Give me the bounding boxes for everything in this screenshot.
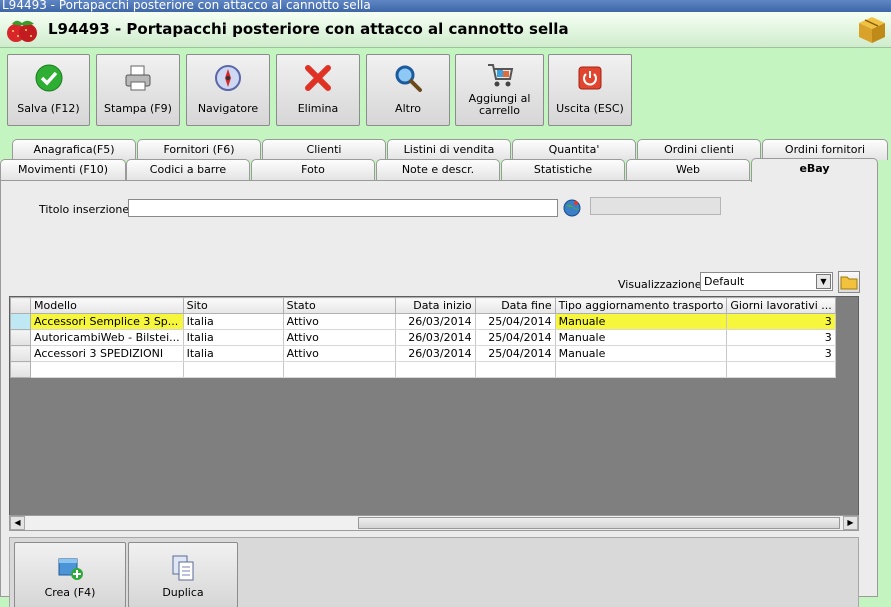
exit-button[interactable]: Uscita (ESC) [548, 54, 632, 126]
titolo-inserzione-input[interactable] [128, 199, 558, 217]
add-folder-icon [58, 558, 83, 580]
window-titlebar: L94493 - Portapacchi posteriore con atta… [0, 0, 891, 12]
create-button[interactable]: Crea (F4) [14, 542, 126, 607]
main-toolbar: Salva (F12) Stampa (F9) Navigatore Elimi… [0, 48, 891, 132]
row-indicator[interactable] [10, 313, 31, 330]
print-button[interactable]: Stampa (F9) [96, 54, 180, 126]
tab-clienti[interactable]: Clienti [262, 139, 386, 160]
visualizzazione-label: Visualizzazione : [618, 278, 709, 291]
page-title: L94493 - Portapacchi posteriore con atta… [48, 20, 569, 38]
tab-statistiche[interactable]: Statistiche [501, 159, 625, 180]
tab-anagrafica[interactable]: Anagrafica(F5) [12, 139, 136, 160]
more-button[interactable]: Altro [366, 54, 450, 126]
row-indicator[interactable] [10, 345, 31, 362]
table-row[interactable]: AutoricambiWeb - Bilstei... Italia Attiv… [10, 329, 836, 346]
open-folder-button[interactable] [838, 271, 860, 293]
delete-button[interactable]: Elimina [276, 54, 360, 126]
globe-lookup-button[interactable] [561, 197, 583, 219]
tab-ordini-fornitori[interactable]: Ordini fornitori [762, 139, 888, 160]
delete-x-icon [305, 65, 331, 91]
column-header-tipo-aggiornamento[interactable]: Tipo aggiornamento trasporto [554, 297, 728, 314]
folder-icon [840, 276, 858, 290]
row-indicator[interactable] [10, 329, 31, 346]
app-header: L94493 - Portapacchi posteriore con atta… [0, 12, 891, 48]
add-to-cart-button[interactable]: Aggiungi al carrello [455, 54, 544, 126]
table-row-empty[interactable] [10, 361, 836, 378]
scroll-right-icon[interactable]: ▶ [843, 516, 858, 530]
table-row[interactable]: Accessori 3 SPEDIZIONI Italia Attivo 26/… [10, 345, 836, 362]
tab-foto[interactable]: Foto [251, 159, 375, 180]
cart-icon [487, 64, 513, 87]
save-button[interactable]: Salva (F12) [7, 54, 90, 126]
column-header-stato[interactable]: Stato [282, 297, 396, 314]
scroll-thumb[interactable] [358, 517, 840, 529]
scroll-left-icon[interactable]: ◀ [10, 516, 25, 530]
package-box-icon [859, 17, 885, 43]
horizontal-scrollbar[interactable]: ◀ ▶ [9, 515, 859, 531]
titolo-counter-field [590, 197, 721, 215]
tab-panel: Anagrafica(F5) Fornitori (F6) Clienti Li… [0, 135, 891, 607]
row-indicator[interactable] [10, 361, 31, 378]
duplicate-button[interactable]: Duplica [128, 542, 238, 607]
visualizzazione-select[interactable]: Default ▼ [700, 272, 833, 291]
ebay-tab-content: Titolo inserzione : Visualizzazione : De… [0, 180, 878, 607]
checkmark-icon [35, 64, 62, 92]
column-header-modello[interactable]: Modello [30, 297, 184, 314]
column-header-data-fine[interactable]: Data fine [474, 297, 556, 314]
tab-codici-barre[interactable]: Codici a barre [126, 159, 250, 180]
grid-corner [10, 297, 31, 314]
titolo-inserzione-label: Titolo inserzione : [39, 203, 137, 216]
navigator-button[interactable]: Navigatore [186, 54, 270, 126]
ebay-listings-grid: Modello Sito Stato Data inizio Data fine… [9, 296, 859, 531]
tab-ebay[interactable]: eBay [751, 158, 878, 182]
column-header-data-inizio[interactable]: Data inizio [394, 297, 476, 314]
strawberry-logo-icon [7, 20, 37, 42]
compass-icon [215, 65, 241, 91]
tab-web[interactable]: Web [626, 159, 750, 180]
listings-table: Modello Sito Stato Data inizio Data fine… [10, 297, 836, 378]
grid-actions-bar: Crea (F4) Duplica [9, 537, 859, 607]
tab-note-descr[interactable]: Note e descr. [376, 159, 500, 180]
tab-quantita[interactable]: Quantita' [512, 139, 636, 160]
column-header-giorni-lavorativi[interactable]: Giorni lavorativi ... [726, 297, 836, 314]
tab-ordini-clienti[interactable]: Ordini clienti [637, 139, 761, 160]
column-header-sito[interactable]: Sito [182, 297, 284, 314]
power-icon [578, 66, 602, 90]
duplicate-document-icon [172, 555, 194, 581]
chevron-down-icon[interactable]: ▼ [816, 274, 831, 289]
table-row[interactable]: Accessori Semplice 3 Sp... Italia Attivo… [10, 313, 836, 330]
globe-icon [563, 199, 581, 217]
tab-listini-vendita[interactable]: Listini di vendita [387, 139, 511, 160]
tab-movimenti[interactable]: Movimenti (F10) [0, 159, 126, 180]
vertical-scrollbar-strip[interactable] [878, 182, 891, 602]
printer-icon [125, 65, 151, 91]
magnifier-icon [395, 65, 422, 92]
tab-fornitori[interactable]: Fornitori (F6) [137, 139, 261, 160]
